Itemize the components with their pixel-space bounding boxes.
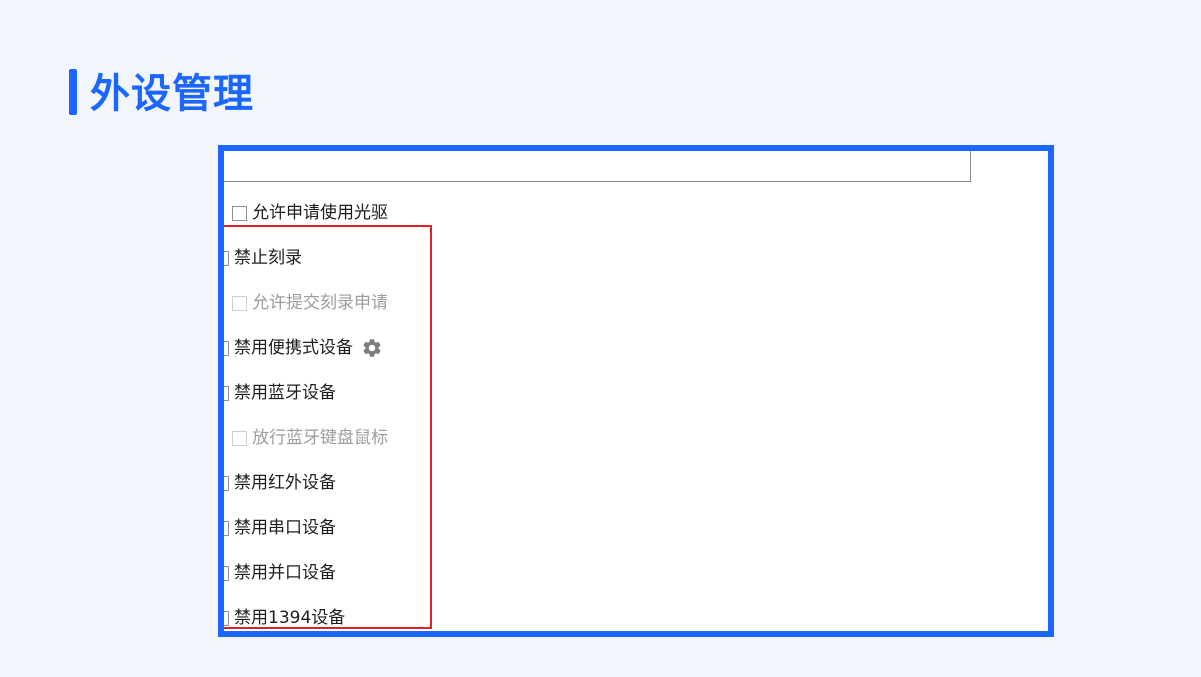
settings-panel: 允许申请使用光驱 禁止刻录 允许提交刻录申请 禁用便携式设备 禁用蓝牙设备 放行… [224,151,1048,631]
option-label: 允许申请使用光驱 [252,203,388,223]
highlight-rectangle [224,225,432,629]
settings-screenshot-frame: 允许申请使用光驱 禁止刻录 允许提交刻录申请 禁用便携式设备 禁用蓝牙设备 放行… [218,145,1054,637]
title-accent-bar [69,69,77,115]
allow-cdrom-request-checkbox[interactable] [232,205,247,221]
page-title: 外设管理 [90,71,254,117]
top-input-field[interactable] [224,151,971,182]
option-allow-cdrom-request[interactable]: 允许申请使用光驱 [232,201,388,225]
